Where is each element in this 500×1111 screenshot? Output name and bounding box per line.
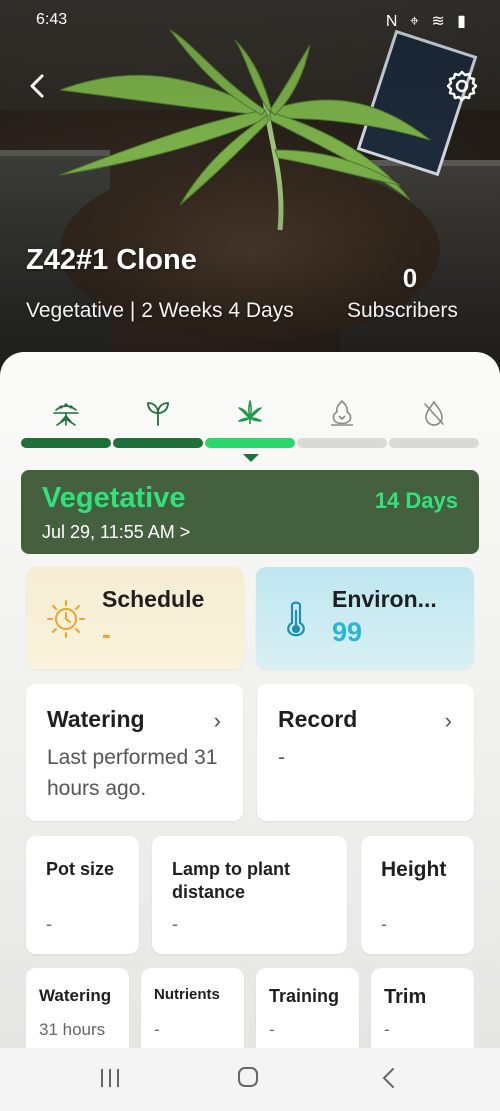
stage-days: 14 Days [374, 488, 458, 513]
height-title: Height [381, 858, 447, 881]
card-value: 31 hours [39, 1020, 106, 1039]
record-card[interactable]: Record › - [257, 684, 474, 821]
cannabis-leaf-icon[interactable] [235, 398, 265, 428]
plant-name: Z42#1 Clone [26, 244, 197, 276]
lamp-distance-card[interactable]: Lamp to plant distance - [152, 836, 347, 954]
height-value: - [381, 914, 387, 934]
pot-size-title: Pot size [46, 859, 115, 879]
plant-stage-duration: Vegetative | 2 Weeks 4 Days [26, 299, 294, 322]
schedule-value: - [102, 619, 111, 649]
card-value: - [384, 1020, 390, 1039]
lamp-distance-value: - [172, 914, 178, 934]
card-title: Trim [384, 986, 427, 1008]
pot-size-value: - [46, 914, 52, 934]
record-title: Record [278, 706, 358, 732]
chevron-right-icon: › [213, 708, 221, 733]
sun-clock-icon [47, 600, 85, 638]
stage-title: Vegetative [42, 482, 186, 514]
recent-apps-icon[interactable] [98, 1067, 122, 1089]
status-bar: 6:43 N ⌖ ≋ ▮ [0, 0, 500, 40]
environment-card[interactable]: Environ... 99 [256, 567, 474, 669]
watering-last-performed: Last performed 31 hours ago. [47, 746, 218, 800]
chevron-right-icon: › [444, 708, 452, 733]
back-arrow-icon[interactable] [22, 70, 54, 102]
card-title: Training [269, 986, 340, 1006]
stage-progress-flowering [297, 438, 387, 448]
lamp-distance-title: Lamp to plant distance [172, 859, 290, 902]
watering-title: Watering [47, 706, 145, 732]
card-value: - [269, 1020, 275, 1039]
stage-progress-seedling [113, 438, 203, 448]
height-card[interactable]: Height - [361, 836, 474, 954]
environment-value: 99 [332, 617, 363, 647]
status-time: 6:43 [36, 11, 68, 28]
card-value: - [154, 1020, 160, 1039]
record-value: - [278, 746, 285, 769]
current-stage-card[interactable]: Vegetative 14 Days Jul 29, 11:55 AM > [21, 470, 479, 554]
card-title: Watering [39, 986, 112, 1005]
roots-icon[interactable] [51, 398, 81, 428]
card-title: Nutrients [154, 986, 220, 1003]
stage-progress-roots [21, 438, 111, 448]
no-water-drop-icon[interactable] [419, 398, 449, 428]
environment-title: Environ... [332, 586, 437, 612]
schedule-card[interactable]: Schedule - [26, 567, 244, 669]
bud-icon[interactable] [327, 398, 357, 428]
plant-photo [0, 0, 500, 380]
gear-icon[interactable] [444, 68, 480, 104]
thermometer-icon [287, 601, 305, 637]
status-icons: N ⌖ ≋ ▮ [385, 13, 470, 30]
subscribers-label[interactable]: Subscribers [347, 299, 458, 323]
pot-size-card[interactable]: Pot size - [26, 836, 139, 954]
schedule-title: Schedule [102, 586, 205, 612]
system-back-icon[interactable] [378, 1066, 400, 1090]
current-stage-marker [243, 454, 259, 462]
stage-progress-drying [389, 438, 479, 448]
stage-progress-vegetative [205, 438, 295, 448]
home-icon[interactable] [237, 1066, 259, 1088]
watering-card[interactable]: Watering › Last performed 31 hours ago. [26, 684, 243, 821]
subscribers-count[interactable]: 0 [395, 263, 425, 294]
seedling-icon[interactable] [143, 398, 173, 428]
stage-start-date[interactable]: Jul 29, 11:55 AM > [42, 522, 190, 543]
